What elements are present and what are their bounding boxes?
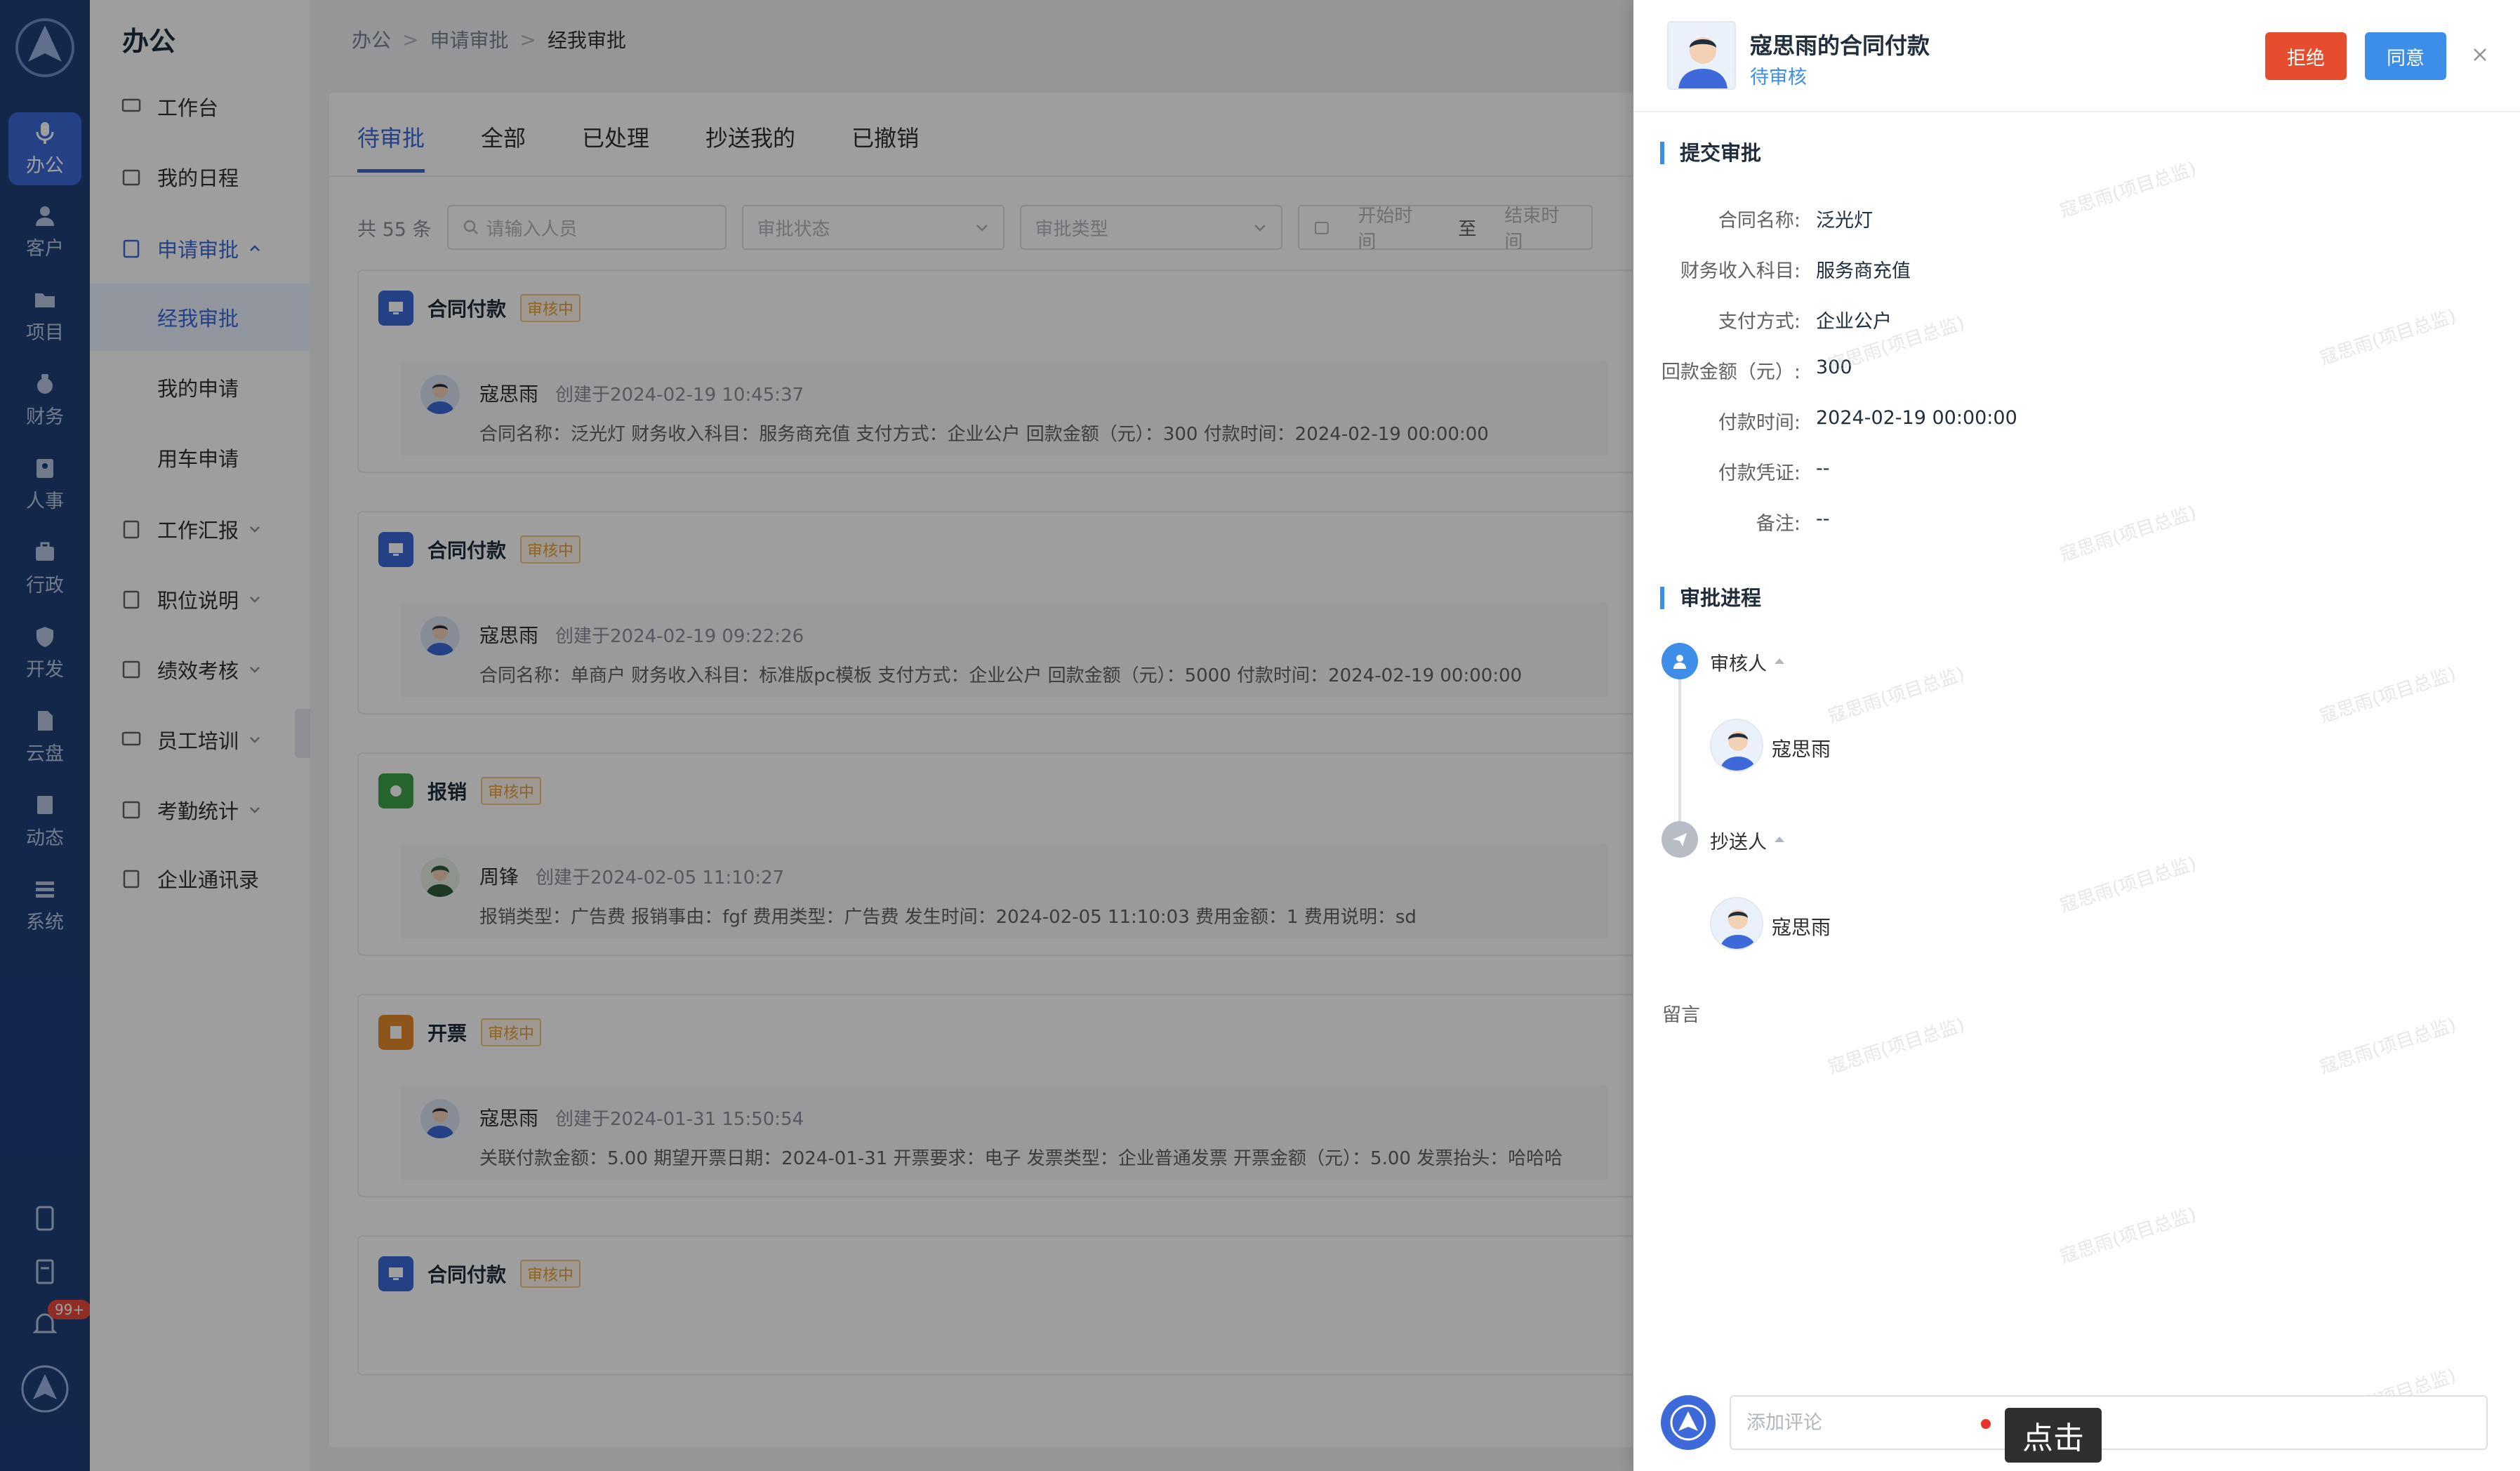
- field-value: 服务商充值: [1816, 260, 1911, 282]
- caret-up-icon[interactable]: [1773, 834, 1786, 844]
- approval-status: 待审核: [1750, 67, 1807, 88]
- current-user-avatar: [1661, 1395, 1716, 1450]
- submit-section-title: 提交审批: [1660, 142, 1761, 164]
- reviewer-label: 审核人: [1710, 653, 1767, 675]
- field-label: 付款时间:: [1718, 412, 1801, 434]
- click-marker: [1981, 1419, 1991, 1429]
- field-row: 回款金额（元）: 300: [1660, 357, 2292, 384]
- agree-button[interactable]: 同意: [2365, 32, 2446, 80]
- cc-label: 抄送人: [1710, 832, 1767, 853]
- cc-name: 寇思雨: [1772, 916, 1831, 939]
- send-icon: [1662, 821, 1698, 858]
- process-section-title: 审批进程: [1660, 587, 1761, 609]
- field-value: --: [1816, 508, 1830, 530]
- field-label: 备注:: [1756, 513, 1801, 535]
- field-value: 企业公户: [1816, 311, 1892, 333]
- field-row: 付款时间: 2024-02-19 00:00:00: [1660, 407, 2292, 434]
- caret-up-icon[interactable]: [1773, 655, 1786, 665]
- field-row: 付款凭证: --: [1660, 458, 2292, 485]
- field-value: 2024-02-19 00:00:00: [1816, 407, 2017, 429]
- timeline-line: [1678, 678, 1681, 839]
- drawer-title: 寇思雨的合同付款: [1750, 32, 1930, 59]
- modal-backdrop[interactable]: [0, 0, 1633, 1471]
- field-label: 合同名称:: [1718, 210, 1801, 232]
- field-label: 回款金额（元）:: [1661, 361, 1801, 383]
- field-row: 支付方式: 企业公户: [1660, 306, 2292, 333]
- field-value: 泛光灯: [1816, 210, 1873, 232]
- reviewer-name: 寇思雨: [1772, 738, 1831, 761]
- reviewer-avatar: [1710, 719, 1763, 772]
- comments-label: 留言: [1662, 1004, 1700, 1026]
- close-icon[interactable]: [2467, 42, 2493, 67]
- reject-button[interactable]: 拒绝: [2265, 32, 2347, 80]
- field-label: 财务收入科目:: [1680, 260, 1801, 282]
- applicant-avatar: [1667, 21, 1736, 90]
- field-label: 付款凭证:: [1718, 462, 1801, 484]
- field-label: 支付方式:: [1718, 311, 1801, 333]
- field-row: 合同名称: 泛光灯: [1660, 205, 2292, 232]
- comment-input[interactable]: [1730, 1395, 2488, 1450]
- cc-avatar: [1710, 897, 1763, 950]
- drawer-header: 寇思雨的合同付款 待审核 拒绝 同意: [1633, 0, 2520, 112]
- click-annotation: 点击: [2005, 1408, 2102, 1463]
- reviewer-icon: [1662, 643, 1698, 679]
- field-value: --: [1816, 458, 1830, 479]
- field-row: 财务收入科目: 服务商充值: [1660, 255, 2292, 283]
